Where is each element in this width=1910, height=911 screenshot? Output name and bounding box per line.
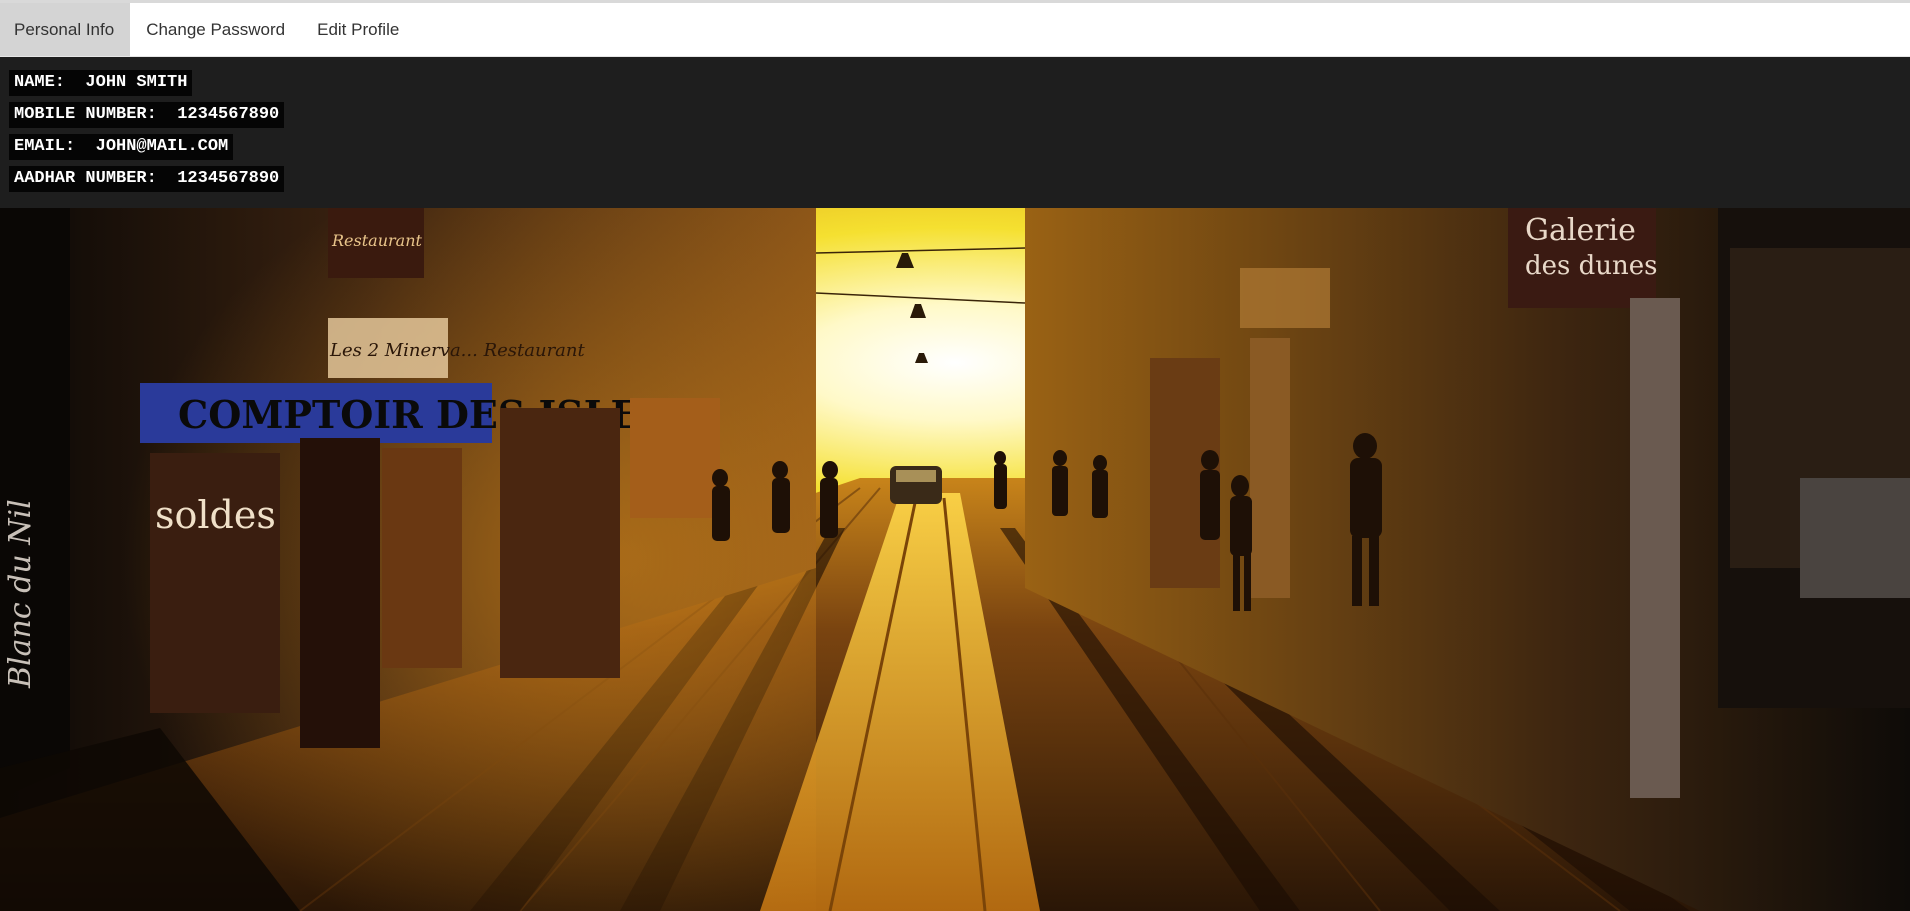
galerie-sign-line1: Galerie (1525, 213, 1636, 248)
name-label: NAME: (14, 73, 66, 92)
minerva-sign-text: Les 2 Minerva... Restaurant (329, 340, 585, 361)
name-value: JOHN SMITH (85, 73, 188, 92)
name-row: NAME: JOHN SMITH (9, 70, 1910, 96)
tab-edit-profile[interactable]: Edit Profile (301, 3, 415, 56)
soldes-sign-text: soldes (155, 493, 276, 537)
personal-info-panel: NAME: JOHN SMITH MOBILE NUMBER: 12345678… (0, 57, 1910, 208)
aadhar-row: AADHAR NUMBER: 1234567890 (9, 166, 1910, 192)
blanc-sign-text: Blanc du Nil (3, 499, 38, 689)
email-value: JOHN@MAIL.COM (95, 137, 229, 156)
email-label: EMAIL: (14, 137, 76, 156)
mobile-row: MOBILE NUMBER: 1234567890 (9, 102, 1910, 128)
tab-personal-info[interactable]: Personal Info (0, 3, 131, 56)
name-chip: NAME: JOHN SMITH (9, 70, 193, 96)
restaurant-sign-text: Restaurant (331, 231, 422, 250)
mobile-chip: MOBILE NUMBER: 1234567890 (9, 102, 285, 128)
banner-image: COMPTOIR DES ISLES Les 2 Minerva... Rest… (0, 208, 1910, 911)
street-sunset-photo: COMPTOIR DES ISLES Les 2 Minerva... Rest… (0, 208, 1910, 911)
aadhar-label: AADHAR NUMBER: (14, 169, 157, 188)
email-row: EMAIL: JOHN@MAIL.COM (9, 134, 1910, 160)
email-chip: EMAIL: JOHN@MAIL.COM (9, 134, 234, 160)
aadhar-value: 1234567890 (177, 169, 280, 188)
mobile-label: MOBILE NUMBER: (14, 105, 157, 124)
mobile-value: 1234567890 (177, 105, 280, 124)
galerie-sign-line2: des dunes (1525, 251, 1658, 281)
profile-tab-bar: Personal Info Change Password Edit Profi… (0, 3, 1910, 57)
aadhar-chip: AADHAR NUMBER: 1234567890 (9, 166, 285, 192)
tab-change-password[interactable]: Change Password (130, 3, 301, 56)
